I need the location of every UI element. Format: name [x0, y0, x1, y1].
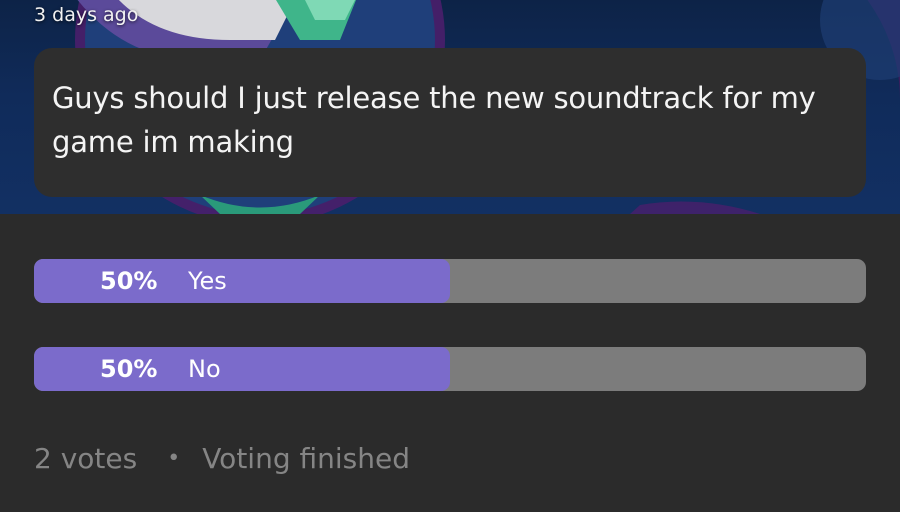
poll-option-no[interactable]: 50% No	[34, 347, 866, 391]
poll-option-percent: 50%	[100, 355, 158, 383]
vote-count: 2 votes	[34, 441, 138, 475]
poll-question: Guys should I just release the new sound…	[52, 81, 816, 159]
poll-option-label: Yes	[188, 267, 227, 295]
poll-footer: 2 votes • Voting finished	[34, 438, 410, 478]
poll-option-percent: 50%	[100, 267, 158, 295]
banner-image: 3 days ago Guys should I just release th…	[0, 0, 900, 214]
poll-option-yes[interactable]: 50% Yes	[34, 259, 866, 303]
poll-option-label: No	[188, 355, 221, 383]
post-timestamp: 3 days ago	[34, 4, 139, 26]
poll-question-card: Guys should I just release the new sound…	[34, 48, 866, 197]
poll-status: Voting finished	[202, 441, 410, 475]
poll-option-fill	[34, 347, 450, 391]
separator-dot: •	[167, 445, 181, 471]
poll-option-fill	[34, 259, 450, 303]
